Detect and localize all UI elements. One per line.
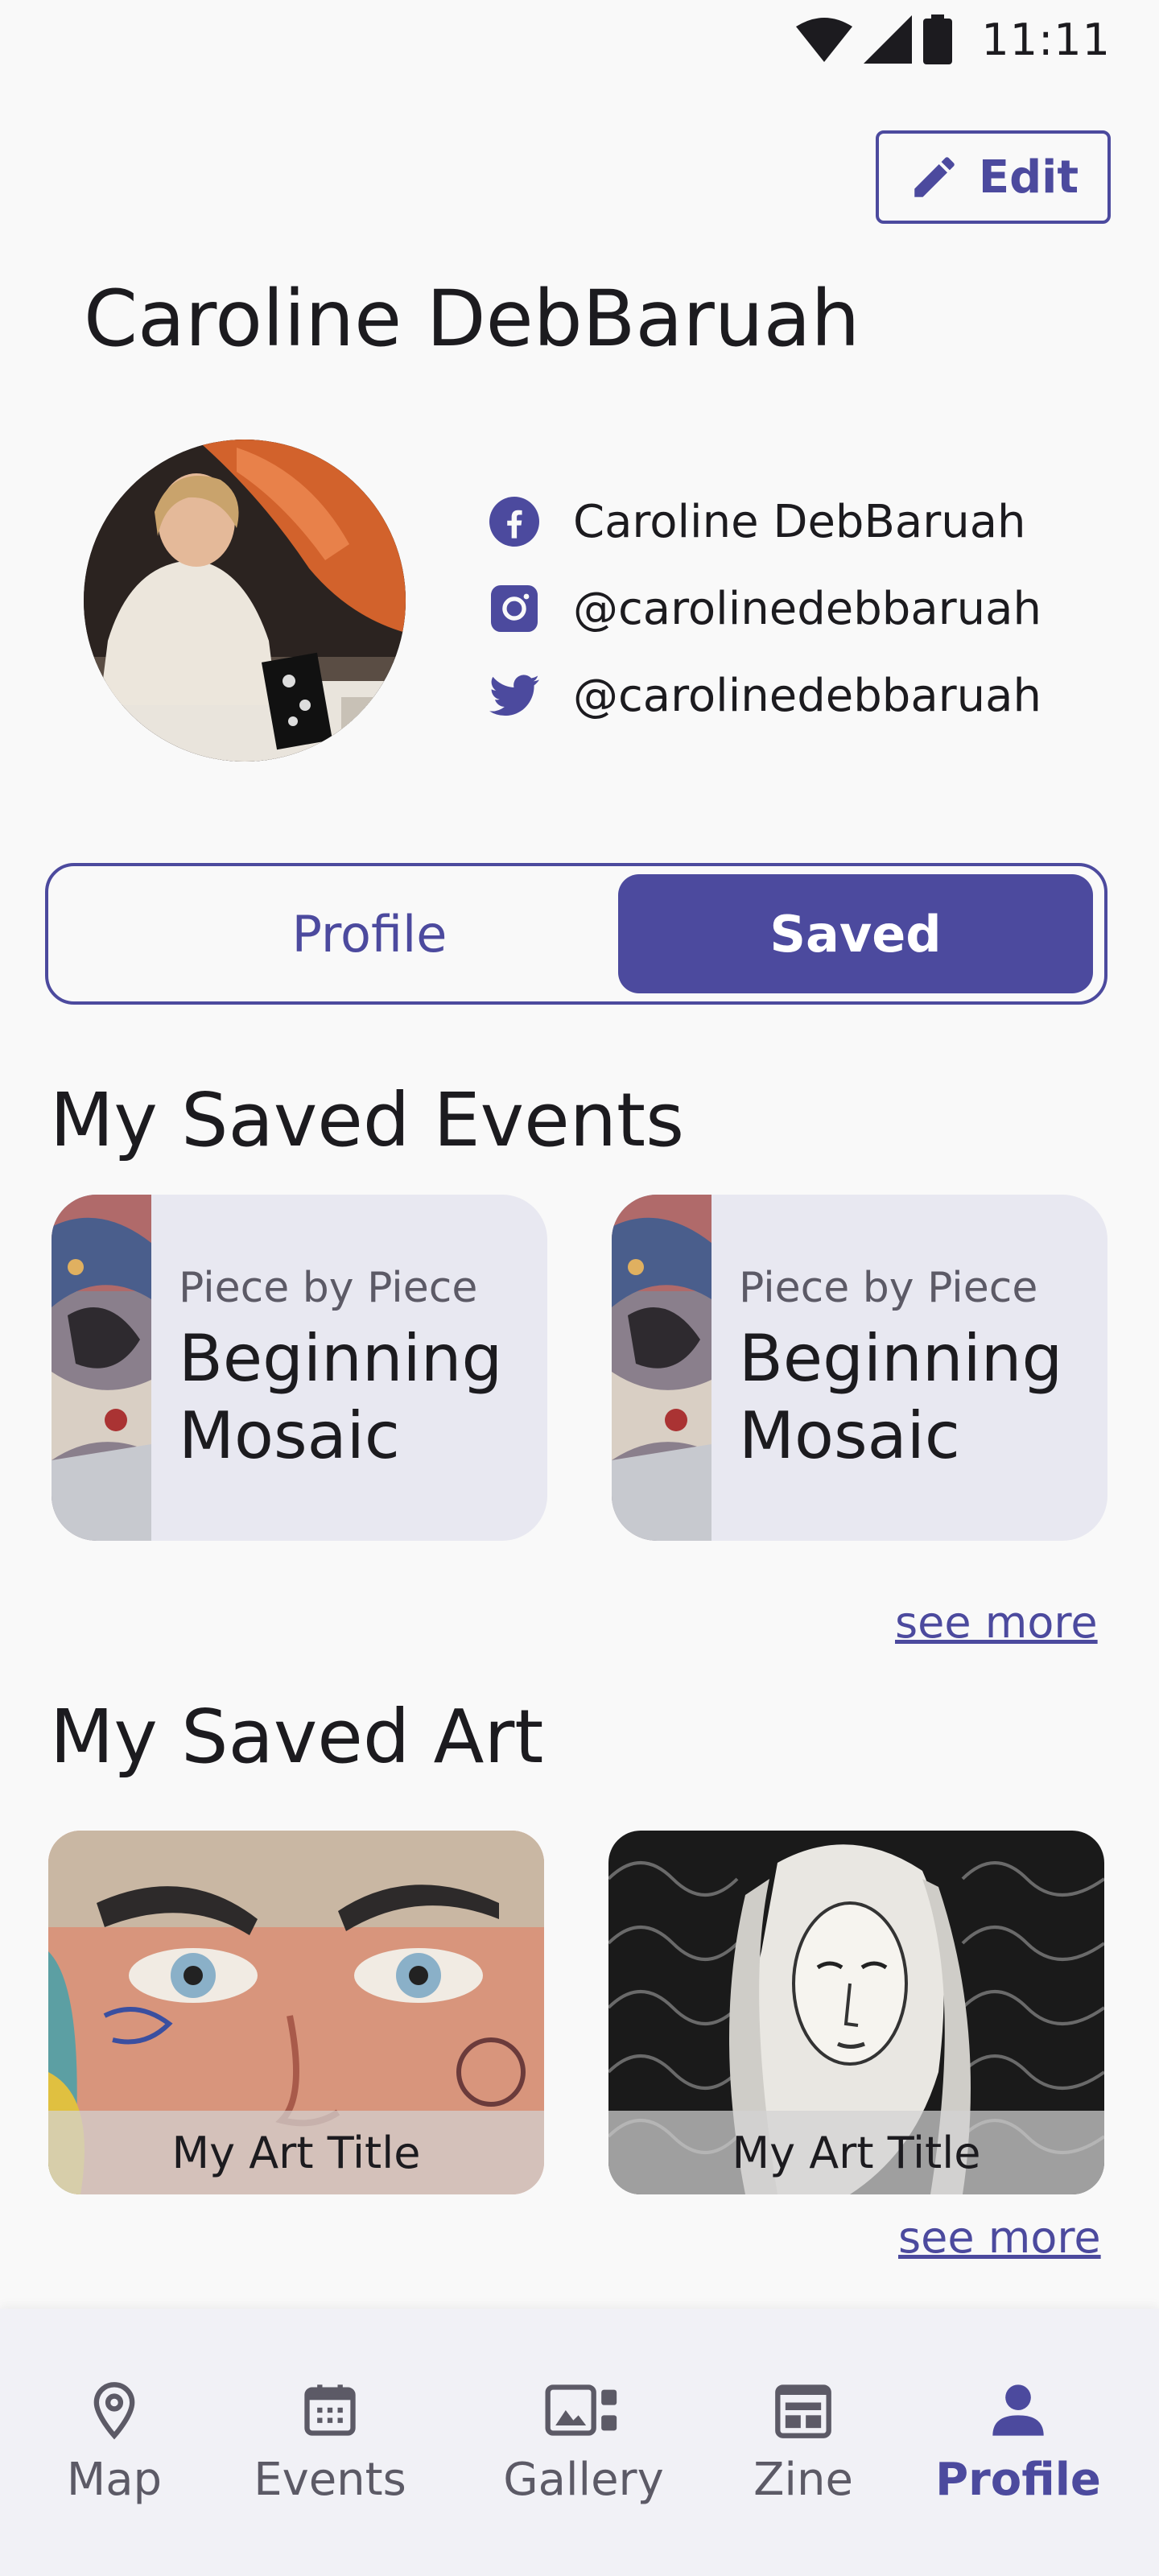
- wifi-icon: [796, 18, 853, 62]
- edit-button[interactable]: Edit: [876, 130, 1111, 224]
- twitter-handle: @carolinedebbaruah: [573, 669, 1041, 722]
- nav-label-map: Map: [66, 2453, 163, 2506]
- profile-saved-toggle: Profile Saved: [45, 863, 1107, 1005]
- zine-icon: [775, 2384, 831, 2438]
- social-row-twitter[interactable]: @carolinedebbaruah: [488, 652, 1099, 739]
- nav-item-gallery[interactable]: Gallery: [491, 2309, 676, 2576]
- event-subtitle: Piece by Piece: [739, 1264, 1038, 1312]
- twitter-icon: [488, 669, 541, 722]
- see-more-art-link[interactable]: see more: [898, 2212, 1101, 2263]
- event-card[interactable]: Piece by Piece Beginning Mosaic: [612, 1195, 1107, 1541]
- art-card[interactable]: My Art Title: [48, 1831, 544, 2194]
- facebook-icon: [488, 495, 541, 548]
- edit-label: Edit: [978, 151, 1079, 204]
- event-thumbnail: [52, 1195, 151, 1541]
- social-row-facebook[interactable]: Caroline DebBaruah: [488, 478, 1099, 565]
- instagram-icon: [488, 582, 541, 635]
- instagram-handle: @carolinedebbaruah: [573, 582, 1041, 635]
- pencil-icon: [914, 157, 955, 197]
- social-links: Caroline DebBaruah @carolinedebbaruah @c…: [488, 478, 1099, 739]
- nav-item-profile[interactable]: Profile: [926, 2309, 1111, 2576]
- see-more-events-link[interactable]: see more: [895, 1597, 1098, 1648]
- nav-item-map[interactable]: Map: [50, 2309, 179, 2576]
- facebook-name: Caroline DebBaruah: [573, 495, 1026, 548]
- nav-item-zine[interactable]: Zine: [739, 2309, 868, 2576]
- tab-saved[interactable]: Saved: [618, 874, 1093, 993]
- saved-events-title: My Saved Events: [50, 1077, 685, 1163]
- nav-label-gallery: Gallery: [503, 2453, 664, 2506]
- status-bar: 11:11: [0, 0, 1159, 77]
- map-pin-icon: [93, 2381, 135, 2439]
- status-icons: 11:11: [796, 11, 1111, 68]
- profile-name: Caroline DebBaruah: [84, 274, 860, 364]
- bottom-nav: Map Events Gallery Zine Profile: [0, 2309, 1159, 2576]
- gallery-icon: [545, 2384, 617, 2436]
- status-time: 11:11: [981, 14, 1111, 65]
- event-title: Beginning Mosaic: [179, 1321, 503, 1473]
- person-icon: [992, 2384, 1044, 2436]
- avatar: [84, 440, 406, 762]
- tab-profile[interactable]: Profile: [132, 874, 607, 993]
- art-caption: My Art Title: [608, 2111, 1104, 2194]
- event-subtitle: Piece by Piece: [179, 1264, 478, 1312]
- social-row-instagram[interactable]: @carolinedebbaruah: [488, 565, 1099, 652]
- signal-icon: [864, 15, 913, 64]
- calendar-icon: [304, 2384, 356, 2436]
- art-caption: My Art Title: [48, 2111, 544, 2194]
- event-card[interactable]: Piece by Piece Beginning Mosaic: [52, 1195, 547, 1541]
- event-thumbnail: [612, 1195, 711, 1541]
- saved-art-title: My Saved Art: [50, 1694, 544, 1780]
- art-card[interactable]: My Art Title: [608, 1831, 1104, 2194]
- battery-icon: [923, 14, 953, 64]
- nav-item-events[interactable]: Events: [241, 2309, 419, 2576]
- event-title: Beginning Mosaic: [739, 1321, 1063, 1473]
- nav-label-profile: Profile: [935, 2453, 1101, 2506]
- nav-label-events: Events: [254, 2453, 406, 2506]
- nav-label-zine: Zine: [753, 2453, 853, 2506]
